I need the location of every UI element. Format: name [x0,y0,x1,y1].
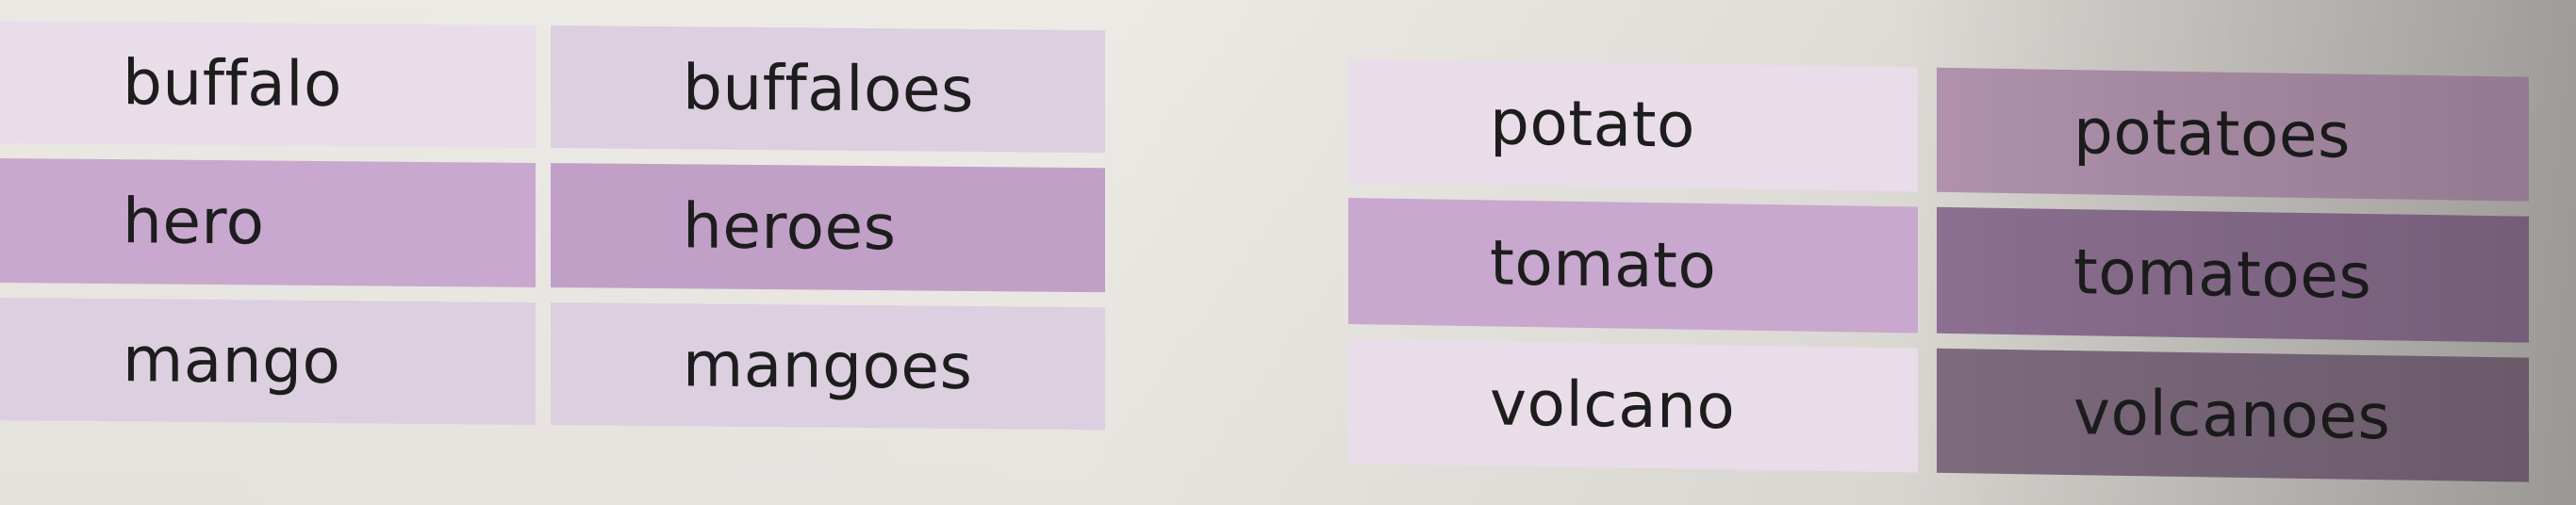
right-table-row-2-singular-cell: tomato [1348,198,1918,334]
right-table-row-3-singular-cell: volcano [1348,339,1918,473]
left-table-row-1-plural: buffaloes [683,51,974,127]
left-table-row-1-singular-cell: buffalo [0,21,536,148]
right-table-row-1-plural-cell: potatoes [1937,67,2529,202]
right-table-row-3-plural: volcanoes [2073,376,2391,454]
left-table-row-2-plural: heroes [683,189,897,265]
left-table-row-1-singular: buffalo [123,46,342,122]
right-table-row-3-plural-cell: volcanoes [1937,348,2529,482]
right-word-table: potato potatoes tomato tomatoes volcano … [1348,58,2529,501]
left-table-row-3-plural: mangoes [683,328,973,404]
right-table-row-2-plural: tomatoes [2073,236,2372,314]
left-word-table: buffalo buffaloes hero heroes mango mang… [0,21,1113,445]
left-table-row-2-plural-cell: heroes [551,163,1105,293]
right-table-row-2-singular: tomato [1490,226,1717,303]
left-table-row-3-singular-cell: mango [0,298,536,425]
right-table-row-3-singular: volcano [1490,367,1736,444]
right-table-row-1-singular: potato [1490,86,1695,162]
left-table-row-1-plural-cell: buffaloes [551,25,1105,154]
left-table-row-2-singular-cell: hero [0,158,536,287]
right-table-row-1-plural: potatoes [2073,95,2351,172]
left-table-row-2-singular: hero [123,185,265,259]
right-table-row-1-singular-cell: potato [1348,58,1918,192]
left-table-row-3-plural-cell: mangoes [551,302,1105,431]
left-table-row-3-singular: mango [123,323,341,399]
right-table-row-2-plural-cell: tomatoes [1937,206,2529,343]
